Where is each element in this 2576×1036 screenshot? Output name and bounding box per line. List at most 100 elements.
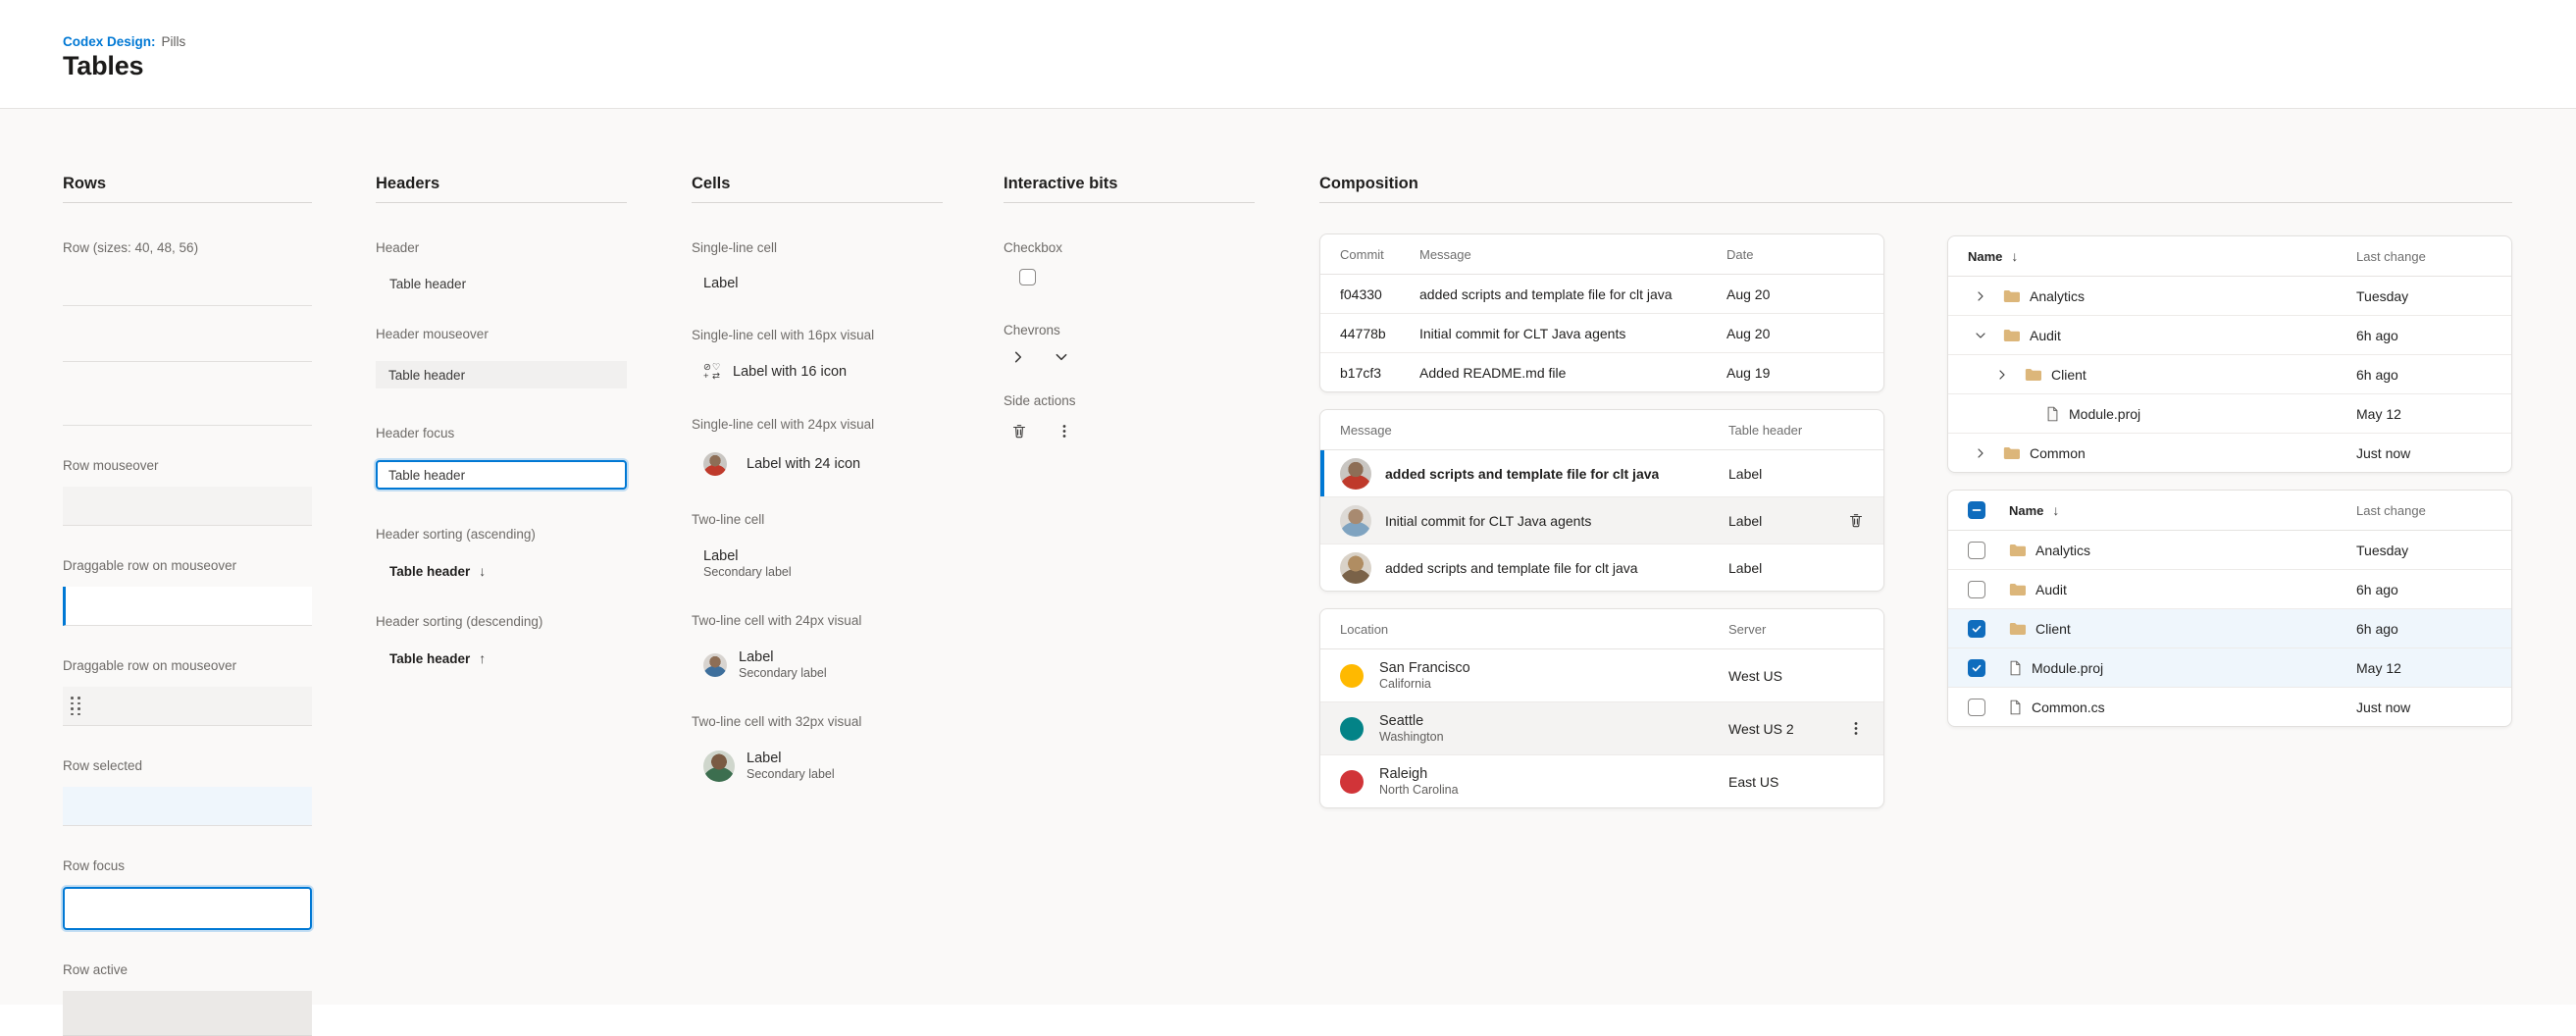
tree-row[interactable]: Analytics Tuesday xyxy=(1948,276,2511,315)
demo-label-row-mouseover: Row mouseover xyxy=(63,458,312,474)
server-cell: East US xyxy=(1728,774,1829,790)
folder-icon xyxy=(2009,544,2026,557)
demo-label-two-line-cell-32: Two-line cell with 32px visual xyxy=(692,714,943,730)
column-header-date[interactable]: Date xyxy=(1726,247,1864,262)
column-header-name-sorted[interactable]: Name ↓ xyxy=(2009,502,2059,518)
drag-handle-icon[interactable] xyxy=(71,697,80,715)
file-icon xyxy=(2009,660,2022,676)
table-cell-two-line[interactable]: Label Secondary label xyxy=(703,547,943,580)
sort-ascending-icon: ↓ xyxy=(479,563,486,579)
last-change-cell: May 12 xyxy=(2356,406,2492,422)
chevron-right-icon[interactable] xyxy=(1968,447,1997,459)
server-cell: West US 2 xyxy=(1728,721,1829,737)
chevron-down-icon[interactable] xyxy=(1055,350,1068,364)
table-cell-single-24-visual[interactable]: Label with 24 icon xyxy=(703,452,943,476)
table-row-focus[interactable] xyxy=(63,887,312,930)
column-header-value[interactable]: Table header xyxy=(1728,423,1829,438)
checkbox-unchecked[interactable] xyxy=(1968,581,1985,598)
table-row-size-48[interactable] xyxy=(63,314,312,362)
more-vertical-icon[interactable] xyxy=(1848,720,1864,737)
table-row-hover[interactable]: Initial commit for CLT Java agents Label xyxy=(1320,496,1883,544)
table-row-mouseover[interactable] xyxy=(63,487,312,526)
cell-label: Label xyxy=(703,547,792,565)
tree-row[interactable]: Common Just now xyxy=(1948,433,2511,472)
table-cell-single-16-visual[interactable]: ⊘♡+⇄ Label with 16 icon xyxy=(703,363,943,381)
tree-row-child[interactable]: Client 6h ago xyxy=(1948,354,2511,393)
checkbox-checked[interactable] xyxy=(1968,620,1985,638)
delete-icon[interactable] xyxy=(1011,423,1027,440)
demo-label-draggable-1: Draggable row on mouseover xyxy=(63,558,312,574)
table-cell-two-line-32-visual[interactable]: Label Secondary label xyxy=(703,750,943,782)
column-header-location[interactable]: Location xyxy=(1340,622,1728,637)
commit-hash: 44778b xyxy=(1340,326,1419,341)
delete-icon[interactable] xyxy=(1848,512,1864,529)
column-header-message[interactable]: Message xyxy=(1419,247,1726,262)
table-row-active[interactable] xyxy=(63,991,312,1036)
composition-right-cards: Name ↓ Last change Analytics Tuesday xyxy=(1947,235,2512,727)
table-header-cell[interactable]: Table header xyxy=(389,277,627,291)
column-header-commit[interactable]: Commit xyxy=(1340,247,1419,262)
chevron-right-icon[interactable] xyxy=(1011,350,1025,364)
table-row-selected[interactable]: Module.proj May 12 xyxy=(1948,648,2511,687)
composition-left-cards: Commit Message Date f04330 added scripts… xyxy=(1319,233,1884,808)
column-header-server[interactable]: Server xyxy=(1728,622,1829,637)
table-cell-two-line-24-visual[interactable]: Label Secondary label xyxy=(703,648,943,681)
chevron-right-icon[interactable] xyxy=(1989,369,2019,381)
value-cell: Label xyxy=(1728,513,1829,529)
demo-label-row-sizes: Row (sizes: 40, 48, 56) xyxy=(63,240,312,256)
column-header-name-sorted[interactable]: Name ↓ xyxy=(1968,248,2356,264)
checkbox-unchecked[interactable] xyxy=(1968,699,1985,716)
breadcrumb-brand-link[interactable]: Codex Design: xyxy=(63,34,156,49)
table-header-cell-sort-asc[interactable]: Table header ↓ xyxy=(389,563,627,579)
table-cell-single[interactable]: Label xyxy=(703,276,943,291)
more-vertical-icon[interactable] xyxy=(1056,423,1072,440)
table-header-row: Commit Message Date xyxy=(1320,234,1883,274)
folder-icon xyxy=(2003,329,2020,342)
column-header-message[interactable]: Message xyxy=(1340,423,1728,438)
column-header-last-change[interactable]: Last change xyxy=(2356,249,2492,264)
tree-row-expanded[interactable]: Audit 6h ago xyxy=(1948,315,2511,354)
table-row[interactable]: San Francisco California West US xyxy=(1320,648,1883,701)
table-header-row: Name ↓ Last change xyxy=(1948,236,2511,276)
section-title-cells: Cells xyxy=(692,174,943,203)
table-row-selected[interactable]: added scripts and template file for clt … xyxy=(1320,449,1883,496)
table-row-draggable-grip[interactable] xyxy=(63,687,312,726)
table-header-row: Message Table header xyxy=(1320,410,1883,449)
file-tree-table: Name ↓ Last change Analytics Tuesday xyxy=(1947,235,2512,473)
checkbox-checked[interactable] xyxy=(1968,659,1985,677)
table-row-size-40[interactable] xyxy=(63,266,312,306)
table-row-draggable-accent[interactable] xyxy=(63,587,312,626)
cell-label: Label with 16 icon xyxy=(733,364,847,380)
table-row[interactable]: f04330 added scripts and template file f… xyxy=(1320,274,1883,313)
chevron-down-icon[interactable] xyxy=(1968,330,1997,341)
table-row[interactable]: Audit 6h ago xyxy=(1948,569,2511,608)
table-header-cell-sort-desc[interactable]: Table header ↑ xyxy=(389,650,627,666)
commit-hash: b17cf3 xyxy=(1340,365,1419,381)
table-row[interactable]: Raleigh North Carolina East US xyxy=(1320,754,1883,807)
table-row[interactable]: 44778b Initial commit for CLT Java agent… xyxy=(1320,313,1883,352)
tree-row-leaf[interactable]: Module.proj May 12 xyxy=(1948,393,2511,433)
file-icon xyxy=(2046,406,2059,422)
location-table: Location Server San Francisco California… xyxy=(1319,608,1884,808)
region-label: Washington xyxy=(1379,730,1444,745)
page-header: Codex Design:Pills Tables xyxy=(0,0,2576,109)
city-label: Seattle xyxy=(1379,712,1444,730)
tree-item-name: Audit xyxy=(2030,328,2061,343)
checkbox-unchecked[interactable] xyxy=(1968,542,1985,559)
table-row-size-56[interactable] xyxy=(63,370,312,426)
table-row[interactable]: Common.cs Just now xyxy=(1948,687,2511,726)
select-all-checkbox-indeterminate[interactable] xyxy=(1968,501,1985,519)
table-row[interactable]: b17cf3 Added README.md file Aug 19 xyxy=(1320,352,1883,391)
table-header-cell-mouseover[interactable]: Table header xyxy=(376,361,627,388)
table-header-cell-focus[interactable]: Table header xyxy=(376,460,627,490)
table-row[interactable]: added scripts and template file for clt … xyxy=(1320,544,1883,591)
checkbox-unchecked[interactable] xyxy=(1019,269,1036,285)
checkbox-file-table: Name ↓ Last change Analytics Tuesday xyxy=(1947,490,2512,727)
table-row-selected[interactable]: Client 6h ago xyxy=(1948,608,2511,648)
breadcrumb-current: Pills xyxy=(162,34,186,49)
table-row[interactable]: Analytics Tuesday xyxy=(1948,530,2511,569)
table-row-hover[interactable]: Seattle Washington West US 2 xyxy=(1320,701,1883,754)
column-header-last-change[interactable]: Last change xyxy=(2356,503,2492,518)
chevron-right-icon[interactable] xyxy=(1968,290,1997,302)
table-row-selected[interactable] xyxy=(63,787,312,826)
